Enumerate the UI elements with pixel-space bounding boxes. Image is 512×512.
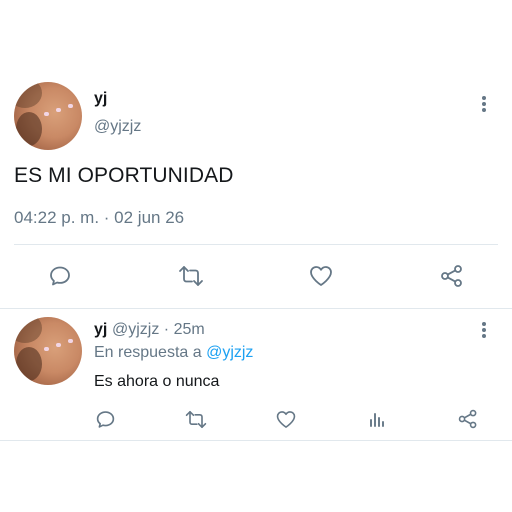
share-button[interactable] bbox=[438, 262, 466, 290]
avatar-hair bbox=[14, 317, 42, 343]
avatar-nail bbox=[68, 104, 73, 108]
avatar-nail bbox=[44, 112, 49, 116]
retweet-button[interactable] bbox=[183, 407, 209, 431]
reply-handle-time[interactable]: @yjzjz · 25m bbox=[112, 321, 205, 339]
avatar-hair bbox=[14, 82, 42, 108]
share-icon bbox=[441, 265, 462, 287]
divider bbox=[0, 308, 512, 309]
reply-button[interactable] bbox=[46, 262, 74, 290]
tweet-text: ES MI OPORTUNIDAD bbox=[14, 164, 234, 187]
reply-author-name[interactable]: yj bbox=[94, 321, 107, 339]
share-icon bbox=[458, 409, 477, 429]
divider bbox=[14, 244, 498, 245]
like-button[interactable] bbox=[274, 407, 298, 431]
analytics-button[interactable] bbox=[365, 407, 389, 431]
avatar-shadow bbox=[16, 347, 42, 381]
author-handle[interactable]: @yjzjz bbox=[94, 118, 141, 136]
retweet-button[interactable] bbox=[176, 262, 206, 290]
like-icon bbox=[276, 410, 296, 428]
replying-to: En respuesta a @yjzjz bbox=[94, 344, 253, 362]
retweet-icon bbox=[179, 266, 203, 286]
tweet-timestamp[interactable]: 04:22 p. m. · 02 jun 26 bbox=[14, 208, 184, 228]
reply-icon bbox=[50, 266, 70, 286]
divider bbox=[0, 440, 512, 441]
avatar-shadow bbox=[16, 112, 42, 146]
analytics-icon bbox=[370, 413, 384, 427]
replying-to-link[interactable]: @yjzjz bbox=[206, 344, 253, 361]
avatar-nail bbox=[44, 347, 49, 351]
like-button[interactable] bbox=[307, 262, 335, 290]
reply-button[interactable] bbox=[93, 407, 117, 431]
retweet-icon bbox=[185, 410, 207, 428]
reply-icon bbox=[96, 410, 114, 428]
avatar-nail bbox=[68, 339, 73, 343]
author-name[interactable]: yj bbox=[94, 90, 107, 108]
share-button[interactable] bbox=[456, 407, 480, 431]
reply-text: Es ahora o nunca bbox=[94, 373, 220, 390]
like-icon bbox=[310, 266, 332, 286]
avatar[interactable] bbox=[14, 317, 82, 385]
more-options-icon[interactable] bbox=[477, 95, 491, 113]
more-options-icon[interactable] bbox=[477, 321, 491, 339]
avatar-nail bbox=[56, 343, 61, 347]
avatar-nail bbox=[56, 108, 61, 112]
avatar[interactable] bbox=[14, 82, 82, 150]
replying-prefix: En respuesta a bbox=[94, 344, 202, 361]
